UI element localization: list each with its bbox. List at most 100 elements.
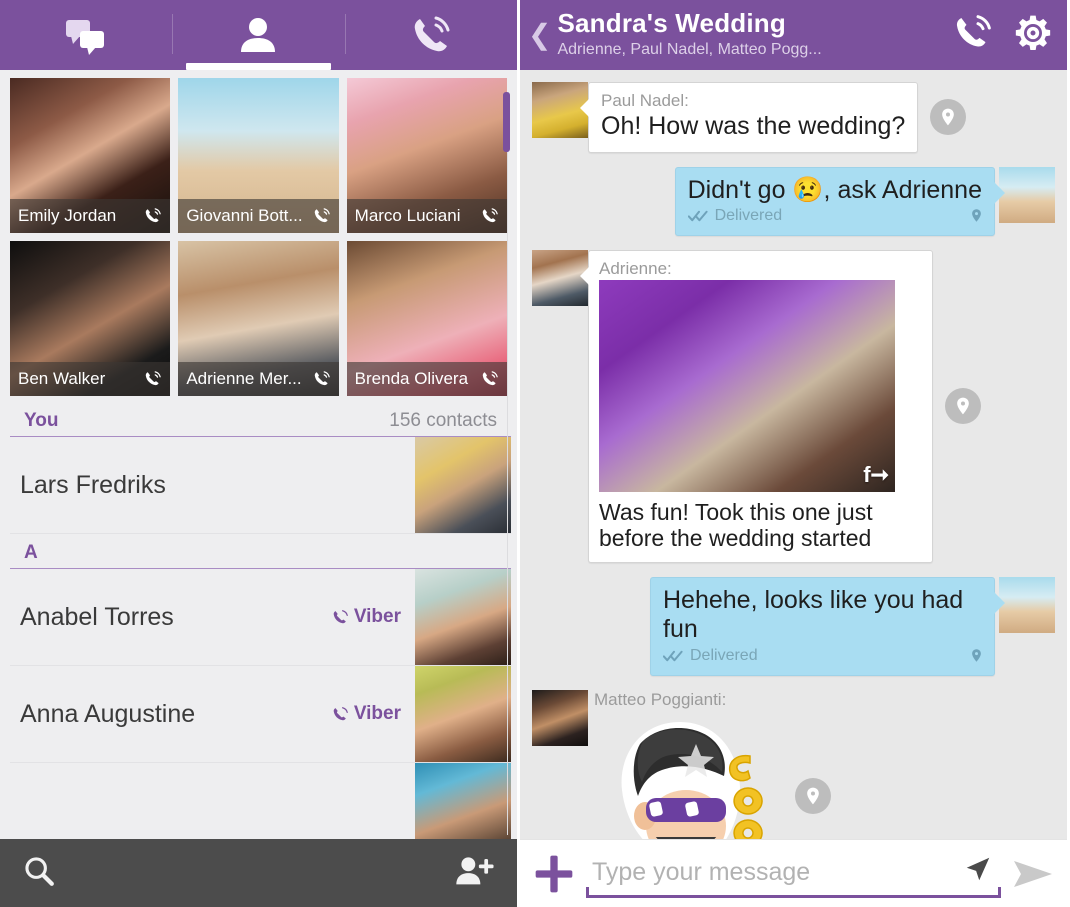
chat-title: Sandra's Wedding [557,8,786,39]
viber-call-icon[interactable] [144,207,162,225]
contact-row[interactable]: Anna Augustine Viber [10,666,511,763]
favorites-grid: Emily Jordan Giovanni Bott... Marco Luci… [0,70,517,402]
favorite-name: Emily Jordan [18,206,117,225]
viber-badge-label: Viber [353,606,401,627]
message-row: Matteo Poggianti: [520,689,1067,839]
gear-icon[interactable] [1013,13,1053,58]
message-row: Didn't go 😢, ask Adrienne Delivered [520,166,1067,236]
favorite-label-bar: Marco Luciani [346,199,507,233]
avatar[interactable] [999,166,1055,223]
favorite-name: Adrienne Mer... [186,369,302,388]
chat-header-actions [953,13,1053,58]
favorite-cell[interactable]: Brenda Olivera [346,241,507,396]
viber-badge: Viber [332,606,401,628]
delivery-status: Delivered [663,647,982,665]
chat-bubbles-icon [63,12,109,58]
message-sender: Matteo Poggianti: [594,689,727,709]
photo-caption: Was fun! Took this one just before the w… [599,499,873,552]
favorite-cell[interactable]: Giovanni Bott... [178,78,339,233]
viber-call-icon[interactable] [953,13,993,58]
favorite-label-bar: Ben Walker [10,362,171,396]
message-photo[interactable]: f➞ [599,280,895,492]
favorite-name: Brenda Olivera [354,369,469,388]
section-label: A [24,542,38,563]
facebook-share-icon: f➞ [863,462,889,487]
location-pin-icon[interactable] [945,388,981,425]
message-bubble-wrap: Paul Nadel: Oh! How was the wedding? [579,82,919,153]
contact-thumbnail [415,437,511,533]
message-bubble-wrap: Didn't go 😢, ask Adrienne Delivered [674,166,1006,236]
location-pin-icon[interactable] [930,99,967,136]
viber-call-icon[interactable] [313,207,331,225]
message-input-bar: Type your message [520,839,1067,907]
scrollbar-thumb[interactable] [503,92,510,152]
favorite-label-bar: Brenda Olivera [346,362,507,396]
contact-row[interactable]: Anabel Torres Viber [10,569,511,666]
plus-icon[interactable] [532,852,576,896]
double-check-icon [663,650,683,662]
favorite-cell[interactable]: Adrienne Mer... [178,241,339,396]
contact-thumbnail [415,763,511,839]
viber-call-icon[interactable] [144,370,162,388]
avatar[interactable] [532,689,588,746]
chat-participants: Adrienne, Paul Nadel, Matteo Pogg... [557,40,822,58]
message-bubble[interactable]: Paul Nadel: Oh! How was the wedding? [579,82,919,153]
viber-call-icon[interactable] [313,370,331,388]
contact-row[interactable] [10,763,511,839]
contact-row[interactable]: Lars Fredriks [10,437,511,534]
location-pin-icon[interactable] [795,778,831,815]
viber-call-icon [333,609,348,623]
sticker-container [588,714,831,839]
message-row: Paul Nadel: Oh! How was the wedding? [520,82,1067,153]
location-arrow-icon[interactable] [963,854,993,889]
message-input[interactable]: Type your message [586,850,1001,898]
contact-thumbnail [415,569,511,665]
tab-chats[interactable] [0,0,172,70]
avatar[interactable] [999,576,1055,633]
message-text: Hehehe, looks like you had fun [663,585,964,644]
double-check-icon [687,210,708,222]
message-bubble-wrap: Matteo Poggianti: [588,690,831,839]
chat-header: ❮ Sandra's Wedding Adrienne, Paul Nadel,… [520,0,1067,70]
contact-name: Anna Augustine [20,699,196,728]
tab-calls[interactable] [344,0,517,70]
viber-call-icon[interactable] [481,207,499,225]
location-pin-icon[interactable] [969,648,984,668]
back-chevron-icon[interactable]: ❮ [528,21,551,49]
message-list[interactable]: Paul Nadel: Oh! How was the wedding? Did… [520,70,1067,839]
message-bubble[interactable]: Hehehe, looks like you had fun Delivered [650,576,1005,676]
contact-list: You 156 contacts Lars Fredriks A Anabel … [0,402,517,839]
contacts-bottom-bar [0,839,517,907]
favorite-name: Giovanni Bott... [186,206,303,225]
message-bubble-wrap: Adrienne: f➞ Was fun! Took this one just… [580,250,933,563]
viber-badge-label: Viber [353,703,401,724]
add-contact-icon[interactable] [455,854,495,893]
viber-call-icon [333,706,348,720]
favorite-cell[interactable]: Emily Jordan [10,78,171,233]
cool-guy-sunglasses-sticker[interactable] [588,714,783,839]
favorite-label-bar: Giovanni Bott... [178,199,339,233]
message-bubble-wrap: Hehehe, looks like you had fun Delivered [650,576,1005,676]
message-sender: Adrienne: [599,259,672,278]
viber-app-window: Emily Jordan Giovanni Bott... Marco Luci… [0,0,1070,907]
search-icon[interactable] [22,854,56,893]
scrollbar-track[interactable] [507,150,508,835]
favorite-label-bar: Adrienne Mer... [178,362,339,396]
message-row: Hehehe, looks like you had fun Delivered [520,576,1067,676]
message-bubble[interactable]: Didn't go 😢, ask Adrienne Delivered [674,166,1006,236]
viber-call-icon[interactable] [481,370,499,388]
tab-contacts[interactable] [172,0,344,70]
delivery-status: Delivered [687,207,982,225]
send-arrow-icon[interactable] [1011,856,1055,892]
favorite-name: Marco Luciani [354,206,461,225]
message-text: Oh! How was the wedding? [601,112,906,140]
contact-thumbnail [415,666,511,762]
favorite-label-bar: Emily Jordan [10,199,171,233]
favorite-cell[interactable]: Marco Luciani [346,78,507,233]
location-pin-icon[interactable] [969,208,984,228]
message-text: Didn't go 😢, ask Adrienne [687,175,982,204]
section-header-you: You 156 contacts [10,402,511,437]
message-bubble[interactable]: Adrienne: f➞ Was fun! Took this one just… [580,250,933,563]
favorite-cell[interactable]: Ben Walker [10,241,171,396]
delivery-label: Delivered [690,646,758,664]
